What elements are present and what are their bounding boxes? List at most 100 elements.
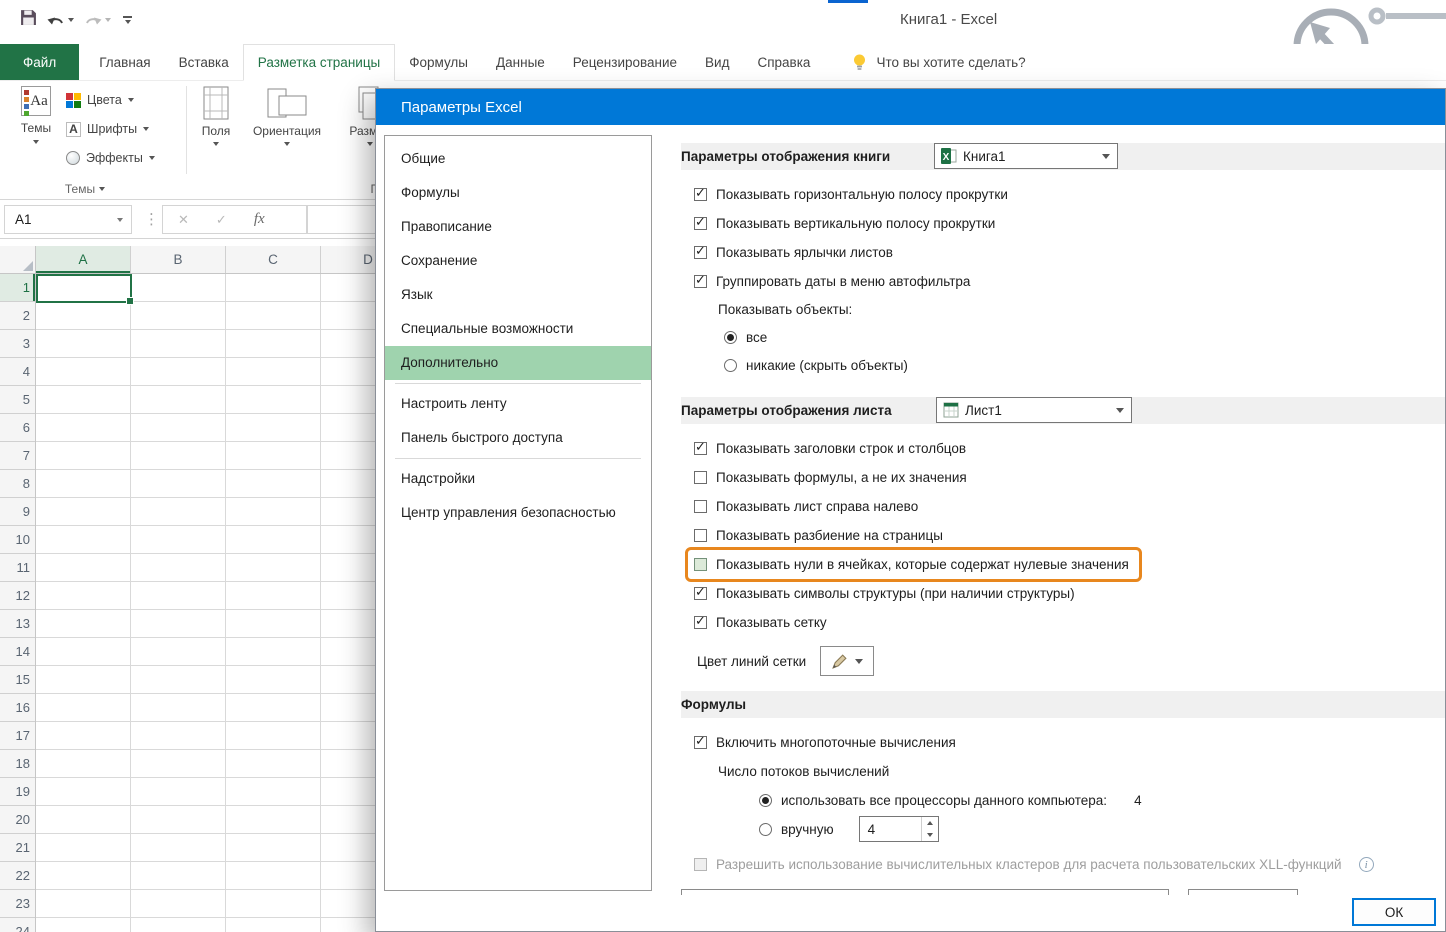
row-header[interactable]: 11	[0, 554, 35, 582]
tell-me-label: Что вы хотите сделать?	[876, 55, 1025, 70]
redo-icon	[84, 13, 102, 28]
radio-button[interactable]	[759, 794, 772, 807]
row-header[interactable]: 24	[0, 918, 35, 932]
tell-me-box[interactable]: Что вы хотите сделать?	[852, 44, 1025, 80]
checkbox[interactable]	[694, 587, 707, 600]
workbook-selector[interactable]: X Книга1	[934, 143, 1118, 169]
checkbox[interactable]	[694, 616, 707, 629]
column-header[interactable]: A	[36, 246, 131, 273]
orientation-button[interactable]: Ориентация	[245, 86, 329, 146]
name-box[interactable]: A1	[4, 205, 132, 234]
dialog-title-bar[interactable]: Параметры Excel	[376, 89, 1445, 125]
chevron-down-icon	[143, 127, 149, 131]
customize-qat-button[interactable]	[123, 16, 132, 24]
checkbox[interactable]	[694, 275, 707, 288]
select-all-corner[interactable]	[0, 246, 36, 274]
radio-button[interactable]	[724, 359, 737, 372]
gridline-color-button[interactable]	[820, 646, 874, 676]
workbook-display-section-header: Параметры отображения книги X Книга1	[681, 143, 1445, 170]
ribbon-tab[interactable]: Вид	[691, 44, 743, 80]
chevron-down-icon[interactable]	[117, 218, 123, 222]
dialog-nav-item[interactable]: Надстройки	[385, 462, 651, 496]
row-header[interactable]: 16	[0, 694, 35, 722]
dialog-nav-item[interactable]: Центр управления безопасностью	[385, 496, 651, 530]
row-header[interactable]: 20	[0, 806, 35, 834]
ribbon-tab[interactable]: Главная	[85, 44, 164, 80]
checkbox[interactable]	[694, 217, 707, 230]
themes-button[interactable]: Aa Темы	[12, 86, 60, 144]
dialog-nav-item[interactable]: Дополнительно	[385, 346, 651, 380]
dialog-nav-item[interactable]: Специальные возможности	[385, 312, 651, 346]
dialog-nav-item[interactable]: Язык	[385, 278, 651, 312]
column-header[interactable]: B	[131, 246, 226, 273]
row-header[interactable]: 14	[0, 638, 35, 666]
spinner-arrows[interactable]	[921, 817, 938, 841]
row-header[interactable]: 13	[0, 610, 35, 638]
nav-separator	[395, 458, 641, 459]
dialog-nav-item[interactable]: Панель быстрого доступа	[385, 421, 651, 455]
undo-button[interactable]	[47, 13, 74, 28]
margins-button[interactable]: Поля	[194, 86, 238, 146]
radio-button[interactable]	[724, 331, 737, 344]
ok-button[interactable]: ОК	[1352, 898, 1436, 926]
info-icon[interactable]: i	[1359, 857, 1374, 872]
row-header[interactable]: 10	[0, 526, 35, 554]
chevron-down-icon	[284, 142, 290, 146]
theme-colors-button[interactable]: Цвета	[66, 88, 134, 112]
row-header[interactable]: 1	[0, 274, 35, 302]
checkbox[interactable]	[694, 736, 707, 749]
chevron-down-icon	[105, 18, 111, 22]
section-title: Формулы	[681, 697, 746, 712]
row-header[interactable]: 5	[0, 386, 35, 414]
row-header[interactable]: 3	[0, 330, 35, 358]
ribbon-tab[interactable]: Вставка	[165, 44, 243, 80]
row-header[interactable]: 18	[0, 750, 35, 778]
radio-button[interactable]	[759, 823, 772, 836]
checkbox[interactable]	[694, 500, 707, 513]
row-header[interactable]: 4	[0, 358, 35, 386]
nav-separator	[395, 383, 641, 384]
ribbon-tab[interactable]: Рецензирование	[559, 44, 691, 80]
row-header[interactable]: 23	[0, 890, 35, 918]
column-header[interactable]: C	[226, 246, 321, 273]
row-header[interactable]: 8	[0, 470, 35, 498]
dialog-nav-item[interactable]: Настроить ленту	[385, 387, 651, 421]
threads-spinner[interactable]: 4	[859, 816, 939, 842]
row-header[interactable]: 21	[0, 834, 35, 862]
spinner-down-icon[interactable]	[922, 829, 938, 841]
row-header[interactable]: 2	[0, 302, 35, 330]
checkbox[interactable]	[694, 558, 707, 571]
dialog-nav-item[interactable]: Сохранение	[385, 244, 651, 278]
checkbox[interactable]	[694, 188, 707, 201]
chevron-down-icon[interactable]	[68, 18, 74, 22]
insert-function-icon[interactable]: fx	[254, 211, 265, 228]
redo-button	[84, 13, 111, 28]
row-header[interactable]: 15	[0, 666, 35, 694]
dialog-nav-item[interactable]: Правописание	[385, 210, 651, 244]
ribbon-tab[interactable]: Данные	[482, 44, 559, 80]
selected-cell-outline	[36, 274, 132, 303]
row-header[interactable]: 22	[0, 862, 35, 890]
spinner-up-icon[interactable]	[922, 817, 938, 829]
row-header[interactable]: 6	[0, 414, 35, 442]
row-headers[interactable]: 123456789101112131415161718192021222324	[0, 274, 36, 932]
row-header[interactable]: 17	[0, 722, 35, 750]
dialog-nav-item[interactable]: Общие	[385, 142, 651, 176]
theme-effects-button[interactable]: Эффекты	[66, 146, 155, 170]
ribbon-tab[interactable]: Справка	[743, 44, 824, 80]
tab-file[interactable]: Файл	[0, 44, 79, 80]
row-header[interactable]: 9	[0, 498, 35, 526]
theme-fonts-button[interactable]: A Шрифты	[66, 117, 149, 141]
row-header[interactable]: 12	[0, 582, 35, 610]
sheet-selector[interactable]: Лист1	[936, 397, 1132, 423]
row-header[interactable]: 19	[0, 778, 35, 806]
save-icon[interactable]	[20, 9, 37, 31]
checkbox[interactable]	[694, 246, 707, 259]
row-header[interactable]: 7	[0, 442, 35, 470]
checkbox[interactable]	[694, 442, 707, 455]
checkbox[interactable]	[694, 529, 707, 542]
dialog-nav-item[interactable]: Формулы	[385, 176, 651, 210]
ribbon-tab-active[interactable]: Разметка страницы	[243, 44, 395, 81]
checkbox[interactable]	[694, 471, 707, 484]
ribbon-tab[interactable]: Формулы	[395, 44, 482, 80]
